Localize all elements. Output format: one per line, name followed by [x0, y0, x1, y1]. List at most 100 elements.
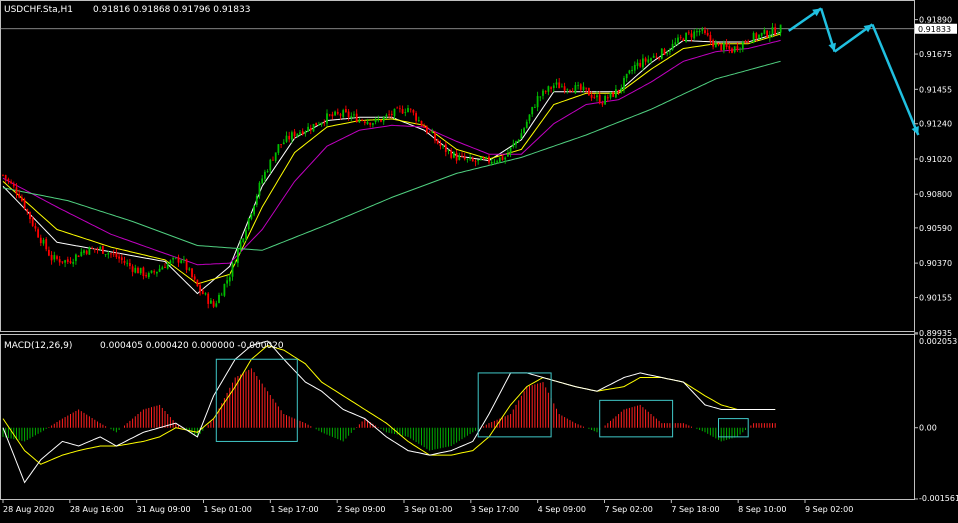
candle-body: [693, 31, 696, 39]
candle-body: [142, 267, 145, 277]
candle-body: [628, 70, 631, 74]
candle-body: [299, 132, 301, 135]
candle-body: [56, 256, 58, 259]
candle-body: [396, 107, 399, 109]
candle-body: [369, 122, 372, 125]
candle-body: [547, 86, 550, 92]
candle-body: [504, 157, 507, 160]
candle-body: [318, 124, 320, 126]
candle-body: [701, 29, 704, 31]
candle-body: [498, 157, 501, 163]
candle-body: [450, 150, 453, 158]
candle-body: [58, 259, 61, 263]
price-tick-label: 0.91890: [919, 16, 952, 25]
candle-body: [382, 116, 385, 122]
candle-body: [720, 44, 723, 51]
candle-body: [172, 258, 174, 260]
candle-body: [12, 184, 15, 187]
candle-body: [606, 97, 609, 99]
candle-body: [501, 156, 504, 160]
candle-body: [288, 135, 291, 140]
candle-body: [218, 294, 220, 303]
candle-body: [399, 108, 401, 110]
candle-body: [412, 110, 415, 113]
macd-tick-label: 0.002053: [919, 337, 957, 346]
candle-body: [250, 213, 253, 219]
candle-body: [426, 126, 428, 133]
candle-body: [631, 69, 633, 72]
candle-body: [331, 114, 334, 117]
candle-body: [774, 27, 777, 35]
candle-body: [166, 263, 169, 269]
candle-body: [571, 91, 574, 93]
candle-body: [77, 255, 80, 257]
candle-body: [474, 161, 477, 163]
candle-body: [390, 113, 393, 116]
candle-body: [766, 30, 768, 38]
candle-body: [598, 94, 601, 104]
candle-body: [350, 115, 353, 118]
candle-body: [336, 112, 339, 114]
candle-body: [644, 58, 647, 62]
candle-body: [239, 241, 242, 251]
candle-body: [185, 259, 188, 270]
candle-body: [377, 119, 380, 121]
candle-body: [134, 267, 137, 273]
candle-body: [717, 42, 720, 44]
candle-body: [739, 48, 741, 50]
candle-body: [196, 279, 199, 287]
macd-tick-label: -0.001561: [919, 494, 958, 503]
candle-body: [361, 119, 363, 121]
candle-body: [293, 131, 296, 137]
candle-body: [558, 82, 561, 89]
candle-body: [642, 58, 644, 68]
candle-body: [10, 181, 12, 184]
chart-window[interactable]: 0.91890 0.91675 0.91455 0.91240 0.91020 0.908…: [0, 0, 958, 519]
candle-body: [91, 248, 93, 250]
candle-body: [66, 259, 69, 262]
candle-body: [744, 40, 747, 43]
candle-body: [374, 119, 377, 123]
candle-body: [320, 122, 323, 125]
candle-body: [582, 86, 585, 90]
candle-body: [447, 150, 450, 152]
candle-body: [161, 267, 164, 270]
candle-body: [156, 271, 158, 274]
candle-body: [539, 96, 542, 98]
candle-body: [601, 103, 604, 105]
candle-body: [417, 120, 420, 121]
candle-body: [590, 94, 593, 98]
candle-body: [674, 42, 677, 45]
candle-body: [372, 123, 374, 125]
candle-body: [544, 91, 547, 93]
time-tick-label: 3 Sep 01:00: [404, 505, 452, 514]
candle-body: [458, 155, 461, 160]
candle-body: [517, 139, 520, 142]
candle-body: [731, 48, 733, 53]
price-chart-svg[interactable]: 0.91890 0.91675 0.91455 0.91240 0.91020 0.908…: [0, 0, 958, 519]
candle-body: [531, 106, 534, 115]
candle-body: [201, 290, 204, 294]
candle-body: [528, 114, 531, 121]
price-tick-label: 0.91020: [919, 155, 952, 164]
candle-body: [480, 157, 482, 161]
candle-body: [328, 114, 331, 116]
candle-body: [326, 113, 328, 124]
candle-body: [561, 86, 563, 88]
price-tick-label: 0.91240: [919, 120, 952, 129]
moving-average-ma_fast: [2, 31, 781, 295]
candle-body: [620, 88, 623, 92]
candle-body: [617, 89, 620, 92]
candle-body: [574, 85, 577, 94]
candle-body: [714, 43, 717, 48]
candle-body: [150, 270, 153, 273]
candle-body: [779, 24, 782, 33]
candle-body: [366, 121, 369, 125]
candle-body: [131, 266, 134, 272]
candle-body: [563, 86, 566, 91]
candle-body: [188, 268, 191, 270]
moving-average-layer: [2, 31, 781, 295]
time-tick-label: 28 Aug 2020: [3, 505, 54, 514]
time-tick-label: 8 Sep 10:00: [738, 505, 786, 514]
candle-body: [461, 155, 463, 157]
